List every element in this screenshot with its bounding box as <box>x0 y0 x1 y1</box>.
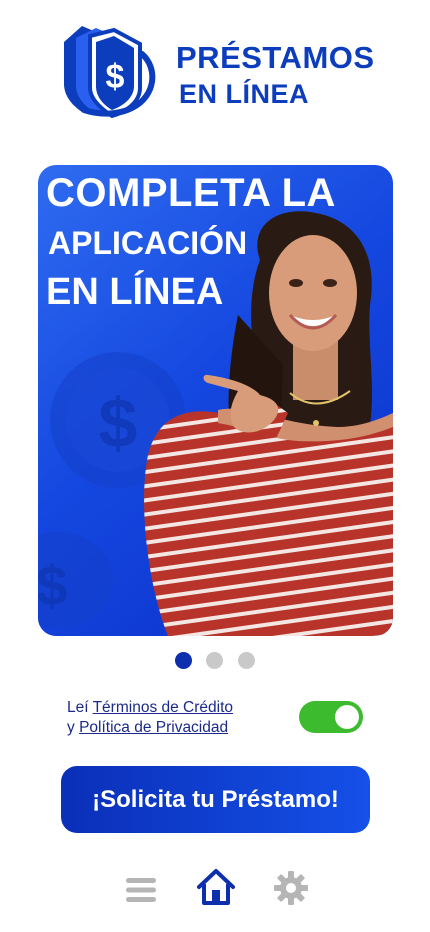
terms-consent: Leí Términos de Crédito y Política de Pr… <box>67 698 233 738</box>
svg-text:$: $ <box>99 384 138 462</box>
banner-line-2: APLICACIÓN <box>48 225 248 261</box>
banner-line-3: EN LÍNEA <box>46 271 224 313</box>
svg-text:$: $ <box>106 58 125 96</box>
carousel-dot-3[interactable] <box>238 652 255 669</box>
terms-connector: y <box>67 719 75 736</box>
apply-loan-button[interactable]: ¡Solicita tu Préstamo! <box>61 766 370 833</box>
credit-terms-link[interactable]: Términos de Crédito <box>93 699 233 716</box>
toggle-knob <box>335 705 359 729</box>
brand-name: PRÉSTAMOS EN LÍNEA <box>176 42 375 108</box>
banner-line-1: COMPLETA LA <box>46 171 336 215</box>
terms-prefix: Leí <box>67 699 89 716</box>
home-icon[interactable] <box>196 868 236 906</box>
banner-headline: COMPLETA LA APLICACIÓN EN LÍNEA <box>46 173 336 311</box>
carousel-dot-1[interactable] <box>175 652 192 669</box>
menu-icon[interactable] <box>124 874 158 906</box>
svg-text:$: $ <box>38 554 68 617</box>
brand-line-1: PRÉSTAMOS <box>176 40 375 75</box>
dollar-shield-icon: $ <box>64 26 156 118</box>
app-logo: $ PRÉSTAMOS EN LÍNEA <box>62 24 375 120</box>
carousel-pagination <box>175 652 259 670</box>
privacy-policy-link[interactable]: Política de Privacidad <box>79 719 228 736</box>
promo-banner[interactable]: $ $ COMPLETA LA APLICACIÓN EN LÍNEA <box>38 165 393 636</box>
terms-accept-toggle[interactable] <box>299 701 363 733</box>
carousel-dot-2[interactable] <box>206 652 223 669</box>
brand-line-2: EN LÍNEA <box>179 79 310 109</box>
gear-icon[interactable] <box>273 870 309 906</box>
